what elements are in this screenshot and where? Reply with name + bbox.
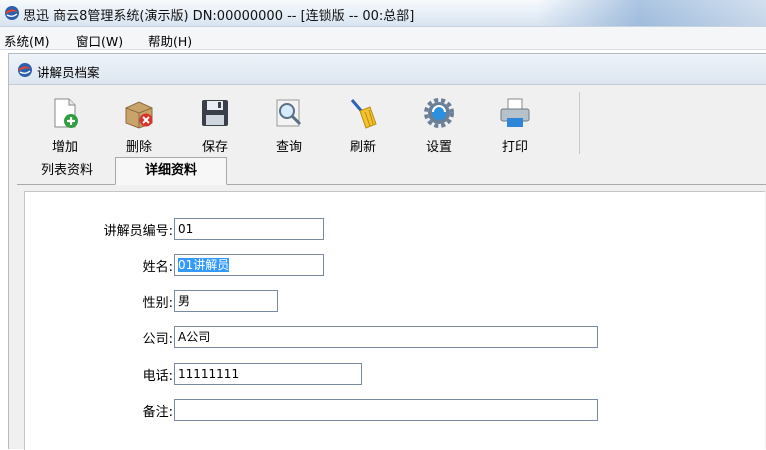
remark-field[interactable] [174,399,598,421]
tab-bar: 列表资料 详细资料 [17,157,766,185]
name-value: 01讲解员 [178,258,230,272]
broom-icon [350,99,377,129]
add-document-icon [54,98,78,128]
guide-id-field[interactable]: 01 [174,218,324,240]
print-button[interactable]: 打印 [483,92,547,155]
settings-button-label: 设置 [425,140,452,155]
refresh-button[interactable]: 刷新 [331,92,395,155]
tab-detail-info[interactable]: 详细资料 [115,157,227,185]
gender-label: 性别: [142,296,173,311]
add-button-label: 增加 [51,140,78,155]
phone-label: 电话: [142,369,173,384]
menu-help[interactable]: 帮助(H) [148,31,192,50]
detail-form-panel: 讲解员编号: 01 姓名: 01讲解员 性别: 男 公司: A公司 电话: 11… [24,191,765,450]
settings-button[interactable]: 设置 [407,92,471,155]
child-window-title-bar: 讲解员档案 [9,54,766,85]
window-title: 思迅 商云8管理系统(演示版) DN:00000000 -- [连锁版 -- 0… [23,9,415,24]
save-button[interactable]: 保存 [183,92,247,155]
print-button-label: 打印 [501,140,528,155]
delete-box-icon [125,101,153,129]
delete-button-label: 删除 [125,140,152,155]
child-window-title: 讲解员档案 [37,65,100,80]
app-logo-icon [5,6,19,20]
company-label: 公司: [142,332,173,347]
menu-system[interactable]: 系统(M) [4,31,50,50]
gender-value: 男 [178,294,191,308]
magnifier-icon [276,99,302,127]
tab-list-info[interactable]: 列表资料 [23,158,111,183]
name-field[interactable]: 01讲解员 [174,254,324,276]
gender-field[interactable]: 男 [174,290,278,312]
query-button-label: 查询 [275,140,302,155]
add-button[interactable]: 增加 [33,92,97,155]
delete-button[interactable]: 删除 [107,92,171,155]
printer-icon [500,98,530,127]
guide-id-label: 讲解员编号: [103,224,173,239]
gear-icon [424,98,454,128]
title-bar: 思迅 商云8管理系统(演示版) DN:00000000 -- [连锁版 -- 0… [0,0,766,27]
guide-id-value: 01 [178,222,194,236]
phone-value: 11111111 [178,367,240,381]
refresh-button-label: 刷新 [349,140,376,155]
title-bar-controls-area [536,0,766,26]
query-button[interactable]: 查询 [257,92,321,155]
menu-bar: 系统(M) 窗口(W) 帮助(H) [0,27,766,50]
name-label: 姓名: [142,260,173,275]
app-logo-icon [18,63,32,77]
toolbar: 增加 删除 保存 查询 刷新 设置 打印 [33,92,580,155]
company-field[interactable]: A公司 [174,326,598,348]
phone-field[interactable]: 11111111 [174,363,362,385]
menu-window[interactable]: 窗口(W) [76,31,123,50]
child-window: 讲解员档案 增加 删除 保存 查询 刷新 设置 打印 列表资料 详细资料 讲解员… [8,53,766,450]
company-value: A公司 [178,330,211,344]
remark-label: 备注: [142,405,173,420]
floppy-disk-icon [202,100,228,126]
save-button-label: 保存 [201,140,228,155]
